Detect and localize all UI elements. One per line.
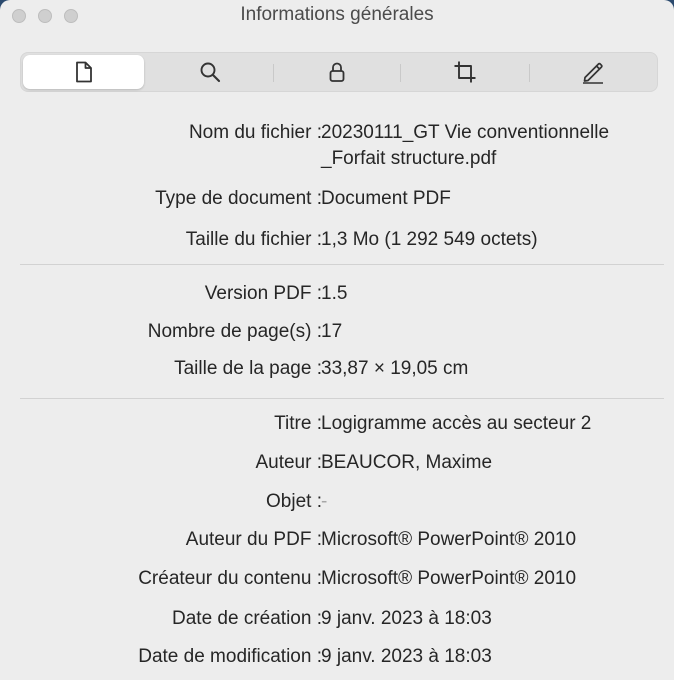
subject-value: - bbox=[321, 491, 328, 512]
tab-security[interactable] bbox=[274, 55, 400, 89]
inspector-window: Informations générales Nom du fichier: … bbox=[0, 0, 674, 680]
content-creator-label: Créateur du contenu : bbox=[138, 568, 322, 589]
window-title: Informations générales bbox=[240, 4, 434, 25]
lock-icon bbox=[328, 61, 346, 83]
section-divider bbox=[20, 398, 664, 399]
tab-search[interactable] bbox=[147, 55, 273, 89]
creation-date-label: Date de création : bbox=[172, 608, 322, 629]
magnifier-icon bbox=[199, 61, 221, 83]
content-creator-value: Microsoft® PowerPoint® 2010 bbox=[321, 568, 577, 589]
title-bar: Informations générales bbox=[0, 0, 674, 34]
subject-label: Objet : bbox=[266, 491, 322, 512]
page-size-label: Taille de la page : bbox=[174, 358, 322, 379]
title-value: Logigramme accès au secteur 2 bbox=[321, 413, 592, 434]
author-value: BEAUCOR, Maxime bbox=[321, 452, 493, 473]
file-size-value: 1,3 Mo (1 292 549 octets) bbox=[321, 229, 538, 250]
inspector-tab-bar bbox=[20, 52, 658, 92]
file-name-label: Nom du fichier : bbox=[188, 122, 322, 143]
modification-date-label: Date de modification : bbox=[138, 646, 322, 667]
document-type-label: Type de document : bbox=[155, 188, 322, 209]
file-name-value: 20230111_GT Vie conventionnelle bbox=[321, 122, 610, 143]
page-count-value: 17 bbox=[321, 321, 343, 342]
title-label: Titre : bbox=[274, 413, 322, 434]
file-size-label: Taille du fichier : bbox=[185, 229, 322, 250]
pdf-version-label: Version PDF : bbox=[204, 283, 322, 304]
page-count-label: Nombre de page(s) : bbox=[147, 321, 322, 342]
pencil-icon bbox=[581, 60, 605, 84]
page-size-value: 33,87 × 19,05 cm bbox=[321, 358, 469, 379]
document-icon bbox=[74, 61, 94, 83]
creation-date-value: 9 janv. 2023 à 18:03 bbox=[321, 608, 492, 629]
modification-date-value: 9 janv. 2023 à 18:03 bbox=[321, 646, 492, 667]
document-type-value: Document PDF bbox=[321, 188, 451, 209]
author-label: Auteur : bbox=[255, 452, 322, 473]
section-divider bbox=[20, 264, 664, 265]
pdf-version-value: 1.5 bbox=[321, 283, 348, 304]
pdf-author-value: Microsoft® PowerPoint® 2010 bbox=[321, 529, 577, 550]
file-name-value-line2: _Forfait structure.pdf bbox=[321, 148, 497, 169]
pdf-author-label: Auteur du PDF : bbox=[185, 529, 322, 550]
crop-icon bbox=[453, 60, 477, 84]
tab-annotate[interactable] bbox=[530, 55, 656, 89]
tab-general[interactable] bbox=[23, 55, 144, 89]
tab-crop[interactable] bbox=[401, 55, 529, 89]
